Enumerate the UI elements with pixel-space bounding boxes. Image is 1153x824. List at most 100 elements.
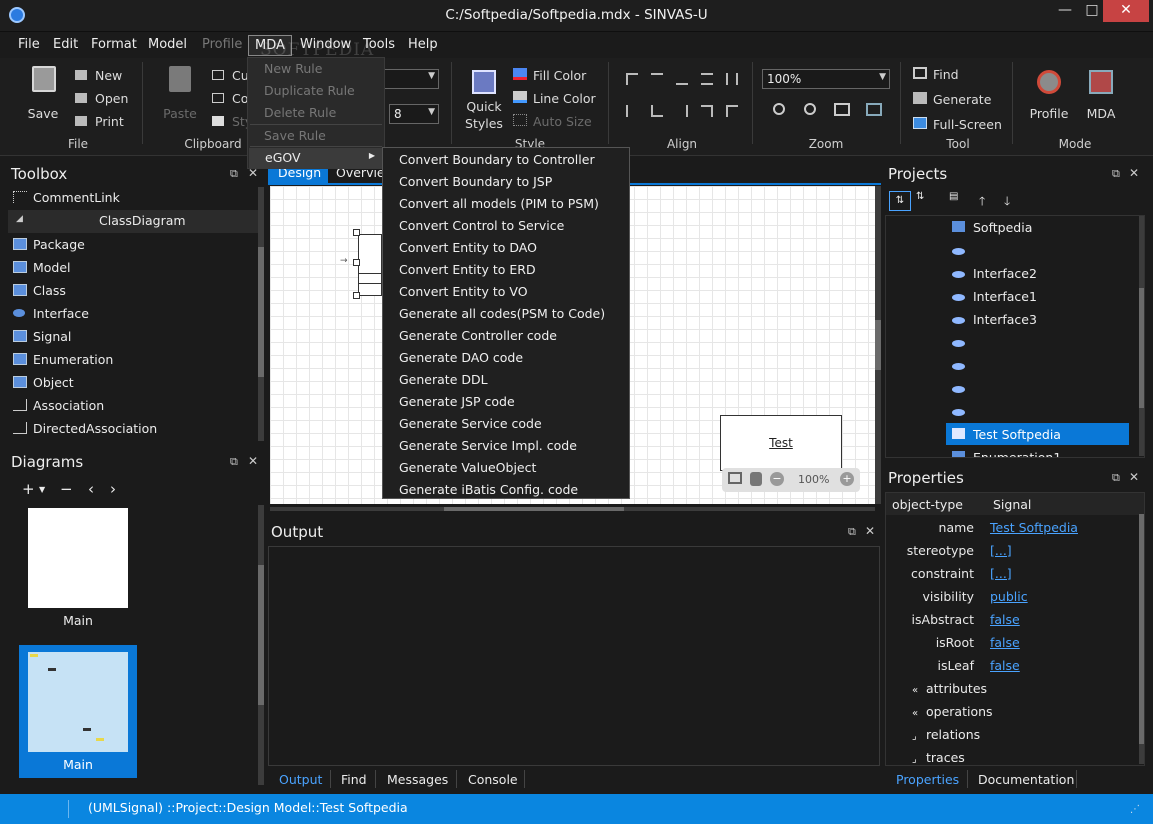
- align-middle-icon[interactable]: [701, 73, 713, 85]
- toolbox-item-directedassociation[interactable]: DirectedAssociation: [8, 418, 258, 441]
- menu-item-delete-rule[interactable]: Delete Rule: [264, 105, 336, 120]
- zoom-reset-icon[interactable]: [866, 103, 882, 116]
- properties-scrollbar[interactable]: [1139, 514, 1144, 764]
- fill-color-button[interactable]: Fill Color: [513, 68, 586, 83]
- menu-item-generate-ddl[interactable]: Generate DDL: [399, 372, 488, 387]
- menu-item-convert-entity-erd[interactable]: Convert Entity to ERD: [399, 262, 536, 277]
- projects-scrollbar[interactable]: [1139, 216, 1144, 456]
- sort-icon[interactable]: ⇅: [889, 191, 911, 211]
- pin-icon[interactable]: ⧉: [230, 455, 238, 469]
- profile-mode-button[interactable]: Profile: [1026, 70, 1072, 126]
- paste-button[interactable]: Paste: [158, 66, 202, 126]
- prop-group-attributes[interactable]: «attributes: [912, 681, 987, 696]
- zoom-out-icon[interactable]: −: [770, 472, 784, 486]
- prev-diagram-button[interactable]: ‹: [88, 480, 94, 498]
- line-color-button[interactable]: Line Color: [513, 91, 596, 106]
- selection-handle[interactable]: [353, 292, 360, 299]
- menu-file[interactable]: File: [18, 37, 40, 52]
- tree-item-interface[interactable]: [952, 381, 973, 396]
- tree-item-softpedia[interactable]: Softpedia: [952, 220, 1032, 235]
- menu-item-convert-boundary-controller[interactable]: Convert Boundary to Controller: [399, 152, 595, 167]
- find-button[interactable]: Find: [913, 67, 959, 82]
- tree-item-test-softpedia[interactable]: Test Softpedia: [946, 423, 1129, 445]
- output-content[interactable]: [268, 546, 880, 766]
- tab-output[interactable]: Output: [279, 772, 322, 787]
- menu-help[interactable]: Help: [408, 37, 438, 52]
- pin-icon[interactable]: ⧉: [1112, 471, 1120, 485]
- print-button[interactable]: Print: [75, 114, 124, 129]
- close-icon[interactable]: ✕: [1129, 166, 1139, 180]
- minimize-button[interactable]: —: [1050, 0, 1080, 22]
- menu-item-egov[interactable]: eGOV ▶: [249, 148, 383, 168]
- open-button[interactable]: Open: [75, 91, 128, 106]
- toolbox-item-interface[interactable]: Interface: [8, 303, 258, 326]
- tree-item-enumeration1[interactable]: Enumeration1: [952, 450, 1061, 457]
- resize-grip-icon[interactable]: ⋰: [1130, 804, 1140, 815]
- selected-class-element[interactable]: [358, 234, 382, 296]
- hand-pan-icon[interactable]: [750, 472, 762, 486]
- menu-item-convert-all-models[interactable]: Convert all models (PIM to PSM): [399, 196, 599, 211]
- menu-item-convert-boundary-jsp[interactable]: Convert Boundary to JSP: [399, 174, 552, 189]
- align-center-icon[interactable]: [651, 105, 663, 117]
- align-left-icon[interactable]: [626, 105, 638, 117]
- tab-documentation[interactable]: Documentation: [978, 772, 1074, 787]
- toolbox-item-model[interactable]: Model: [8, 257, 258, 280]
- editor-vscroll[interactable]: [875, 186, 881, 504]
- menu-item-generate-valueobject[interactable]: Generate ValueObject: [399, 460, 536, 475]
- zoom-in-icon[interactable]: [773, 103, 785, 115]
- tree-item-interface[interactable]: [952, 358, 973, 373]
- move-down-icon[interactable]: 🡓: [1004, 192, 1010, 213]
- zoom-in-icon[interactable]: +: [840, 472, 854, 486]
- menu-item-generate-dao-code[interactable]: Generate DAO code: [399, 350, 523, 365]
- tab-messages[interactable]: Messages: [387, 772, 448, 787]
- distribute-horizontal-icon[interactable]: [726, 105, 738, 117]
- close-button[interactable]: ✕: [1103, 0, 1149, 22]
- prop-group-relations[interactable]: ⌟ relations: [912, 727, 980, 742]
- font-size-combo[interactable]: 8 ▼: [389, 104, 439, 124]
- add-diagram-button[interactable]: +: [22, 480, 35, 498]
- menu-item-generate-jsp-code[interactable]: Generate JSP code: [399, 394, 515, 409]
- menu-format[interactable]: Format: [91, 37, 137, 52]
- selection-handle[interactable]: [353, 229, 360, 236]
- menu-profile[interactable]: Profile: [202, 37, 242, 52]
- prop-value-stereotype[interactable]: [...]: [990, 543, 1012, 558]
- menu-item-save-rule[interactable]: Save Rule: [264, 128, 326, 143]
- menu-item-convert-entity-dao[interactable]: Convert Entity to DAO: [399, 240, 537, 255]
- sort-alt-icon[interactable]: ⇅: [916, 191, 924, 202]
- pin-icon[interactable]: ⧉: [1112, 167, 1120, 181]
- prop-value-visibility[interactable]: public: [990, 589, 1028, 604]
- menu-item-duplicate-rule[interactable]: Duplicate Rule: [264, 83, 355, 98]
- tree-item-interface3[interactable]: Interface3: [952, 312, 1037, 327]
- tree-item-interface[interactable]: [952, 243, 973, 258]
- tree-item-interface2[interactable]: Interface2: [952, 266, 1037, 281]
- distribute-vertical-icon[interactable]: [726, 73, 738, 85]
- tree-item-interface[interactable]: [952, 335, 973, 350]
- align-top-left-icon[interactable]: [626, 73, 638, 85]
- align-right-icon[interactable]: [676, 105, 688, 117]
- editor-hscroll[interactable]: [270, 507, 875, 511]
- mda-mode-button[interactable]: MDA: [1080, 70, 1122, 126]
- full-screen-button[interactable]: Full-Screen: [913, 117, 1002, 132]
- toolbox-item-enumeration[interactable]: Enumeration: [8, 349, 258, 372]
- prop-group-operations[interactable]: «operations: [912, 704, 993, 719]
- diagrams-scrollbar[interactable]: [258, 505, 264, 785]
- generate-button[interactable]: Generate: [913, 92, 991, 107]
- prop-group-traces[interactable]: ⌟ traces: [912, 750, 965, 765]
- toolbox-item-class[interactable]: Class: [8, 280, 258, 303]
- binoculars-icon[interactable]: [728, 472, 742, 484]
- pin-icon[interactable]: ⧉: [230, 167, 238, 181]
- new-button[interactable]: New: [75, 68, 122, 83]
- align-horizontal-center-icon[interactable]: [701, 105, 713, 117]
- quick-styles-button[interactable]: Quick Styles: [462, 70, 506, 132]
- toolbox-category-classdiagram[interactable]: ◢ ClassDiagram: [8, 210, 258, 233]
- font-family-combo[interactable]: ▼: [384, 69, 439, 89]
- menu-edit[interactable]: Edit: [53, 37, 78, 52]
- toolbox-item-association[interactable]: Association: [8, 395, 258, 418]
- diagram-thumbnail[interactable]: [28, 508, 128, 608]
- tree-item-interface1[interactable]: Interface1: [952, 289, 1037, 304]
- prop-value-constraint[interactable]: [...]: [990, 566, 1012, 581]
- menu-model[interactable]: Model: [148, 37, 187, 52]
- menu-item-convert-control-service[interactable]: Convert Control to Service: [399, 218, 564, 233]
- close-icon[interactable]: ✕: [248, 454, 258, 468]
- next-diagram-button[interactable]: ›: [110, 480, 116, 498]
